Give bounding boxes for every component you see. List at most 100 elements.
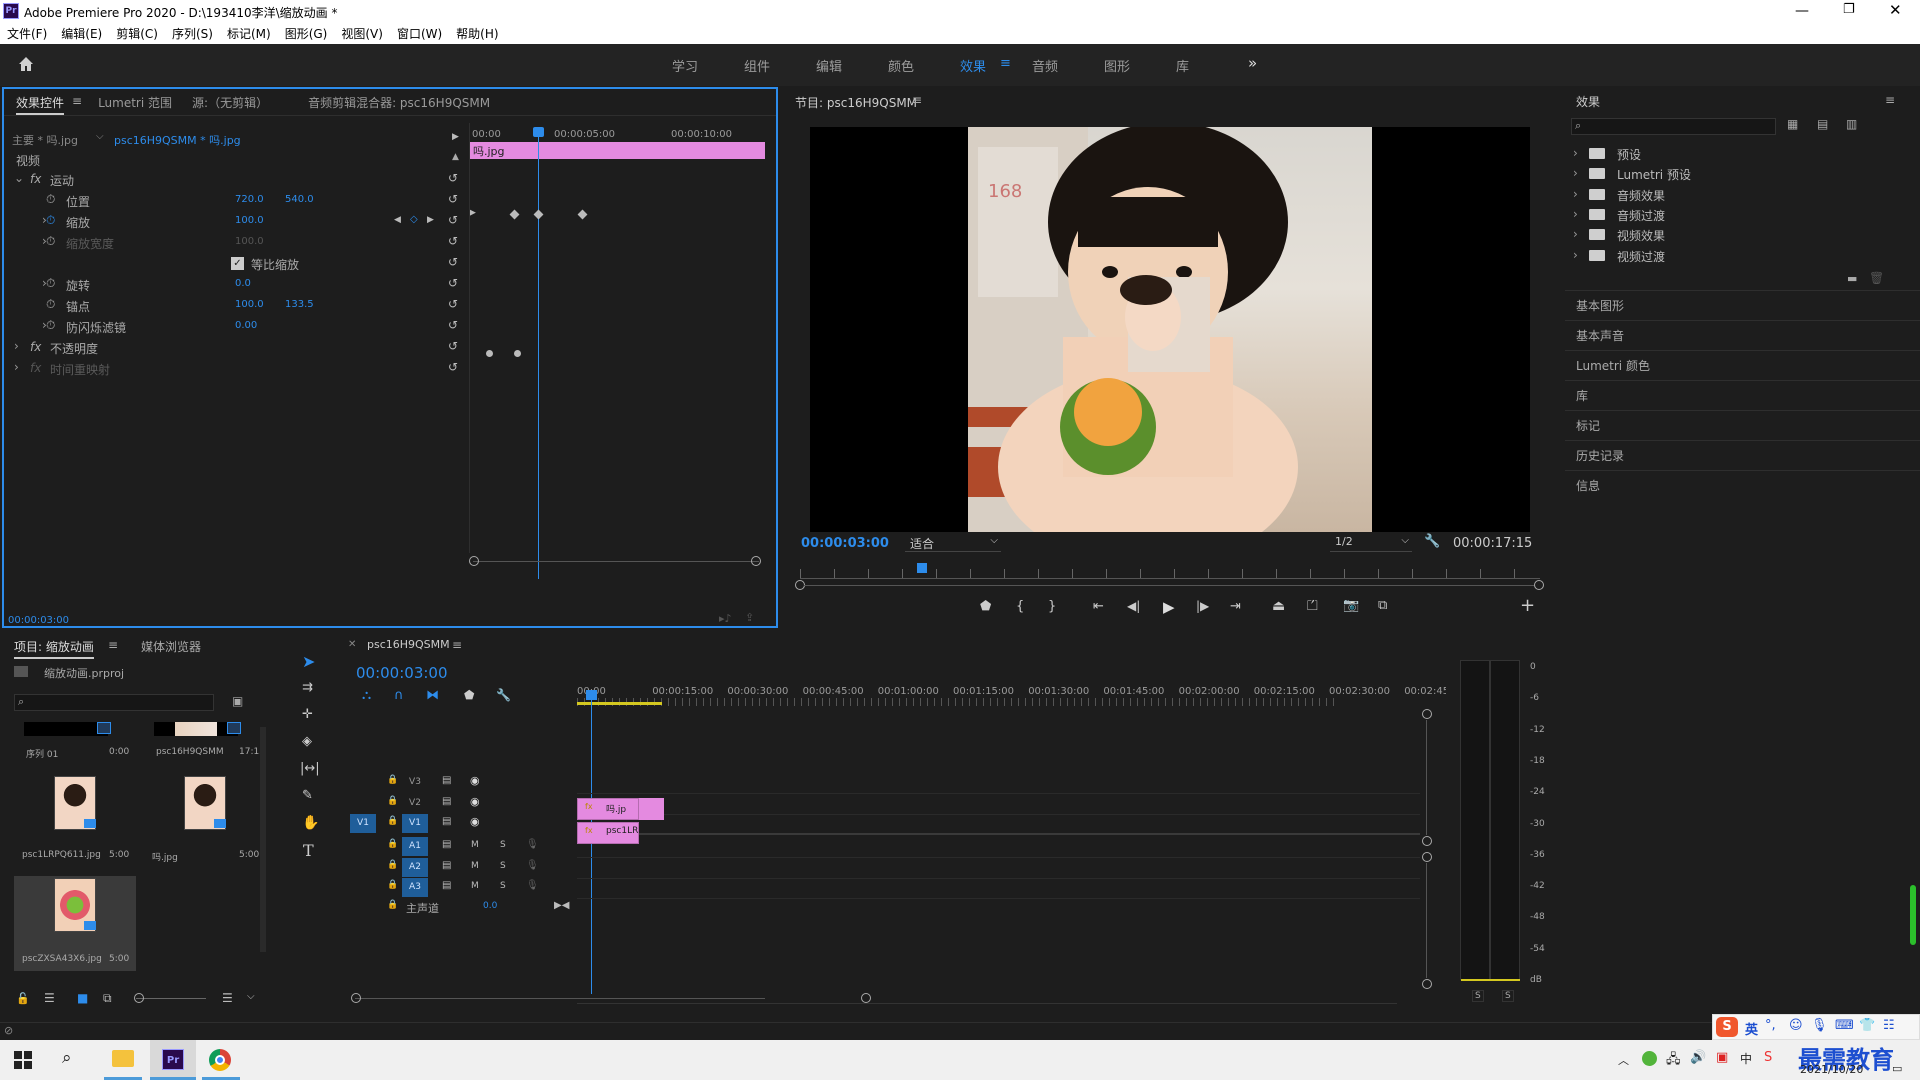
keyframe-dot[interactable] <box>486 350 493 357</box>
lock-icon[interactable]: 🔒 <box>387 816 398 826</box>
expand-icon[interactable]: › <box>1573 166 1578 180</box>
stopwatch-icon[interactable]: ⏱ <box>46 192 55 207</box>
maximize-icon[interactable]: ❐ <box>1843 2 1855 17</box>
reset-icon[interactable]: ↺ <box>448 234 458 248</box>
menu-item[interactable]: 标记(M) <box>227 25 271 42</box>
share-icon[interactable]: ⇪ <box>745 611 754 624</box>
stopwatch-icon[interactable]: ⏱ <box>46 318 55 333</box>
program-scrub-ruler[interactable] <box>800 569 1540 579</box>
effect-property-row[interactable]: › ⏱ 旋转 0.0 ↺ <box>4 275 469 296</box>
project-search-input[interactable]: ⌕ <box>14 694 214 711</box>
mute-button[interactable]: M <box>471 861 479 871</box>
search-icon[interactable]: ⌕ <box>62 1048 72 1068</box>
property-value[interactable]: 100.0 <box>235 215 264 226</box>
stopwatch-icon[interactable]: ⏱ <box>46 213 55 228</box>
solo-button[interactable]: S <box>1472 990 1484 1002</box>
export-frame-icon[interactable]: ▸♪ <box>719 612 732 625</box>
reset-icon[interactable]: ↺ <box>448 213 458 227</box>
project-item[interactable]: psc16H9QSMM 17:15 <box>144 722 266 762</box>
selection-tool-icon[interactable]: ➤ <box>302 652 315 671</box>
premiere-taskbar-icon[interactable]: Pr <box>150 1040 196 1080</box>
timeline-timecode[interactable]: 00:00:03:00 <box>356 664 448 682</box>
comparison-icon[interactable]: ⧉ <box>1378 598 1387 613</box>
mute-button[interactable]: M <box>471 881 479 891</box>
expand-icon[interactable]: › <box>1573 248 1578 262</box>
clip-name-label[interactable]: psc16H9QSMM * 吗.jpg <box>114 132 241 148</box>
notification-tray-icon[interactable]: ▣ <box>1716 1050 1728 1065</box>
pen-tool-icon[interactable]: ✎ <box>302 788 313 803</box>
reset-icon[interactable]: ↺ <box>448 276 458 290</box>
lock-icon[interactable]: 🔓 <box>16 992 30 1005</box>
ec-timecode[interactable]: 00:00:03:00 <box>8 615 69 626</box>
effects-section-header[interactable]: 基本图形 <box>1565 290 1920 319</box>
accelerated-effects-icon[interactable]: ▦ <box>1787 117 1798 131</box>
ec-timeline[interactable]: 00:00 00:00:05:00 00:00:10:00 吗.jpg ▶ <box>469 123 767 593</box>
tab-workspace[interactable]: 编辑 <box>816 56 888 75</box>
ime-lang-label[interactable]: 英 <box>1745 1019 1758 1038</box>
effects-section-header[interactable]: 库 <box>1565 380 1920 409</box>
program-playhead[interactable] <box>917 563 927 573</box>
prev-keyframe-icon[interactable]: ◀ <box>394 215 401 225</box>
minimize-icon[interactable]: — <box>1795 3 1809 19</box>
skin-icon[interactable]: 👕 <box>1859 1018 1875 1033</box>
list-view-icon[interactable]: ☰ <box>44 991 55 1005</box>
project-item[interactable]: pscZXSA43X6.jpg 5:00 <box>14 876 136 971</box>
mark-in-icon[interactable]: { <box>1016 599 1024 614</box>
yuv-effects-icon[interactable]: ▥ <box>1846 117 1857 131</box>
lock-icon[interactable]: 🔒 <box>387 900 398 910</box>
linked-selection-icon[interactable]: ⧓ <box>426 688 439 703</box>
video-canvas[interactable]: 168 <box>810 127 1530 532</box>
effects-section-header[interactable]: 历史记录 <box>1565 440 1920 469</box>
razor-tool-icon[interactable]: ◈ <box>302 734 312 749</box>
emoji-icon[interactable]: ☺ <box>1789 1018 1803 1033</box>
timeline-playhead-handle[interactable] <box>586 690 597 700</box>
zoom-slider[interactable] <box>136 998 206 999</box>
solo-button[interactable]: S <box>500 861 506 871</box>
chevron-down-icon[interactable]: ⌵ <box>247 991 255 1002</box>
sogou-icon[interactable]: S <box>1764 1050 1772 1065</box>
master-volume[interactable]: 0.0 <box>483 901 497 911</box>
effects-section-header[interactable]: 基本声音 <box>1565 320 1920 349</box>
tab-workspace[interactable]: 学习 <box>672 56 744 75</box>
effect-property-row[interactable]: ✓ 等比缩放 ↺ <box>4 254 469 275</box>
snap-icon[interactable]: ∩ <box>394 688 404 703</box>
freeform-view-icon[interactable]: ⧉ <box>103 991 112 1006</box>
resolution-dropdown[interactable]: 1/2 ⌵ <box>1330 534 1412 552</box>
menu-item[interactable]: 剪辑(C) <box>116 25 158 42</box>
scroll-handle[interactable] <box>351 993 361 1003</box>
track-target-button[interactable]: V3 <box>402 773 428 792</box>
effect-property-row[interactable]: ⏱ 位置 720.0 540.0 ↺ <box>4 191 469 212</box>
tab-workspace[interactable]: 图形 <box>1104 56 1176 75</box>
panel-menu-icon[interactable]: ≡ <box>108 638 118 652</box>
scroll-handle[interactable] <box>1534 580 1544 590</box>
panel-menu-icon[interactable]: ≡ <box>452 638 462 652</box>
sync-lock-icon[interactable]: ▤ <box>442 796 451 807</box>
effects-folder[interactable]: › 预设 <box>1571 144 1901 164</box>
property-value[interactable]: 720.0 <box>235 194 264 205</box>
timeline-hscroll[interactable] <box>355 998 765 999</box>
notification-center-icon[interactable]: ▭ <box>1892 1062 1902 1075</box>
scroll-handle[interactable] <box>1422 709 1432 719</box>
new-folder-icon[interactable]: ▬ <box>1847 272 1857 285</box>
hand-tool-icon[interactable]: ✋ <box>302 815 319 831</box>
menu-item[interactable]: 窗口(W) <box>397 25 442 42</box>
track-target-button[interactable]: A2 <box>402 857 428 877</box>
new-bin-icon[interactable]: ▣ <box>232 694 243 708</box>
property-value[interactable]: 100.0 <box>235 299 264 310</box>
nest-icon[interactable]: ⛬ <box>362 688 371 703</box>
expand-icon[interactable]: › <box>14 360 19 374</box>
effect-property-row[interactable]: › ⏱ 防闪烁滤镜 0.00 ↺ <box>4 317 469 338</box>
wrench-icon[interactable]: 🔧 <box>1424 534 1440 549</box>
track-select-tool-icon[interactable]: ⇉ <box>302 680 313 695</box>
effect-property-row[interactable]: ⏱ 锚点 100.0 133.5 ↺ <box>4 296 469 317</box>
expand-icon[interactable]: ⌄ <box>14 171 24 185</box>
effects-folder[interactable]: › 视频效果 <box>1571 225 1901 245</box>
tab-workspace[interactable]: 组件 <box>744 56 816 75</box>
close-icon[interactable]: ✕ <box>348 639 356 650</box>
play-only-icon[interactable]: ▶ <box>452 132 459 142</box>
sync-lock-icon[interactable]: ▤ <box>442 839 451 850</box>
clip-v2-tail[interactable] <box>639 798 664 820</box>
add-keyframe-icon[interactable]: ◇ <box>410 214 418 225</box>
ec-clip-bar[interactable]: 吗.jpg <box>469 142 765 159</box>
effects-section-header[interactable]: 信息 <box>1565 470 1920 499</box>
